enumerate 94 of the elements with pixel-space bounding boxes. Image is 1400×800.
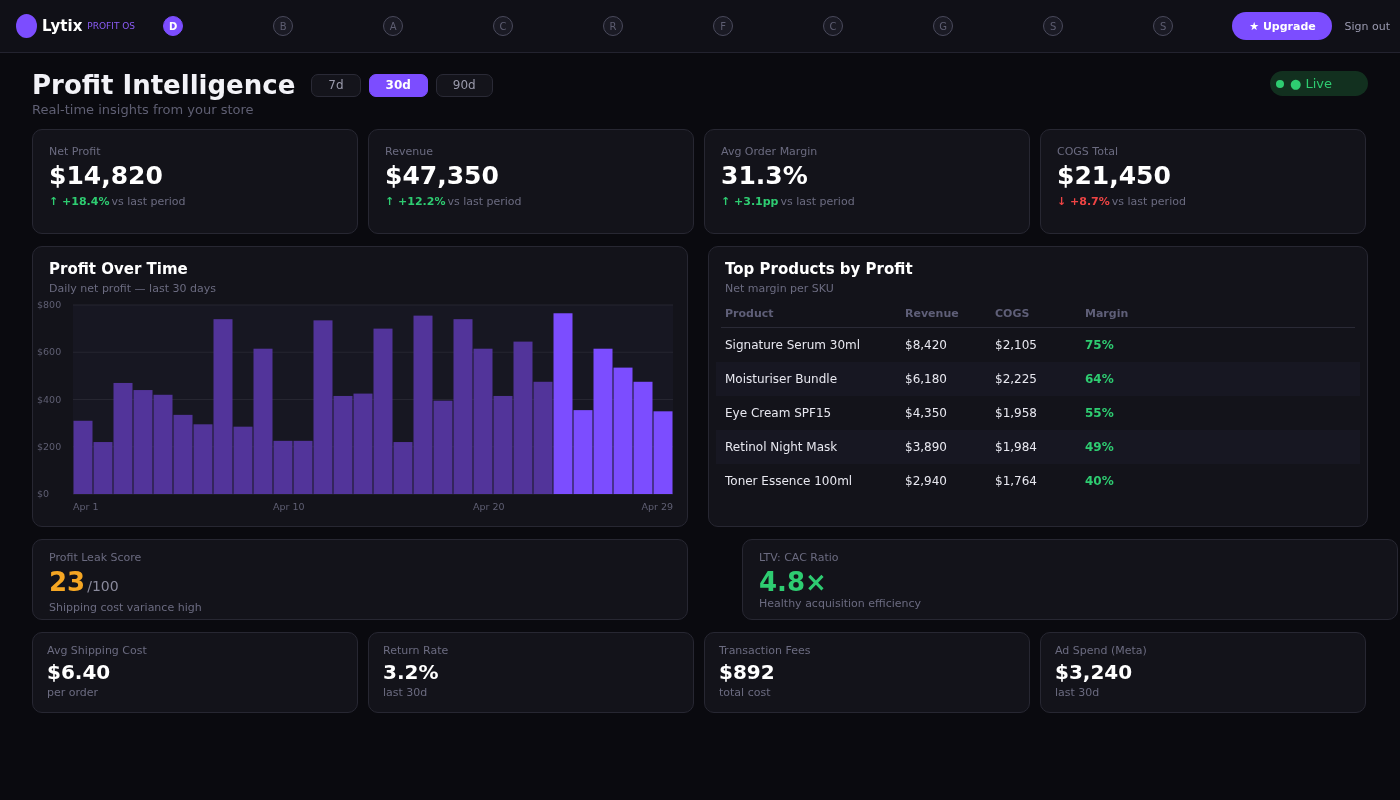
page-title: Profit Intelligence xyxy=(32,69,296,101)
cost-label: Return Rate xyxy=(383,644,450,657)
nav-item[interactable]: G xyxy=(933,16,954,36)
nav-item[interactable]: B xyxy=(273,16,294,36)
table-cell-text: $2,940 xyxy=(904,474,948,488)
table-cell-text: $2,225 xyxy=(994,372,1038,386)
table-cell-text: Toner Essence 100ml xyxy=(724,474,854,488)
kpi-comparison: vs last period xyxy=(111,195,186,208)
nav-item[interactable]: D xyxy=(163,16,184,36)
logo-icon xyxy=(16,14,37,38)
axis-label: $600 xyxy=(37,346,62,358)
kpi-delta: ↑ +3.1pp xyxy=(721,195,779,208)
kpi-label: Revenue xyxy=(385,145,434,158)
score-label: Profit Leak Score xyxy=(49,551,143,564)
table-cell-text: $1,984 xyxy=(994,440,1038,454)
column-header: Product xyxy=(724,307,775,322)
nav-item[interactable]: S xyxy=(1153,16,1174,36)
score-suffix: /100 xyxy=(87,577,119,596)
table-cell-text: $3,890 xyxy=(904,440,948,454)
score-note: Shipping cost variance high xyxy=(49,601,203,614)
table-cell-text: Eye Cream SPF15 xyxy=(724,406,833,420)
page-subtitle: Real-time insights from your store xyxy=(32,102,255,117)
table-cell-text: $6,180 xyxy=(904,372,948,386)
cost-label: Avg Shipping Cost xyxy=(47,644,148,657)
nav-item[interactable]: S xyxy=(1043,16,1064,36)
kpi-value: $47,350 xyxy=(385,161,500,190)
brand-tagline: PROFIT OS xyxy=(87,21,136,31)
score-label: LTV: CAC Ratio xyxy=(759,551,840,564)
panel-title: Top Products by Profit xyxy=(724,260,914,278)
range-tab[interactable]: 30d xyxy=(368,73,428,97)
nav-item[interactable]: F xyxy=(713,16,734,36)
panel-subtitle: Net margin per SKU xyxy=(724,282,835,295)
cost-label: Transaction Fees xyxy=(719,644,812,657)
nav-item[interactable]: A xyxy=(383,16,404,36)
kpi-label: COGS Total xyxy=(1057,145,1120,158)
kpi-delta: ↓ +8.7% xyxy=(1057,195,1110,208)
kpi-value: $14,820 xyxy=(49,161,164,190)
cost-value: $892 xyxy=(719,660,776,684)
brand-name: Lytix xyxy=(42,17,83,35)
cost-note: last 30d xyxy=(383,686,429,699)
column-header: Revenue xyxy=(904,307,960,322)
table-cell-text: 75% xyxy=(1084,338,1115,352)
range-tab[interactable]: 90d xyxy=(435,73,493,97)
axis-label: $400 xyxy=(37,393,62,405)
axis-label: Apr 10 xyxy=(273,501,305,512)
chart-subtitle: Daily net profit — last 30 days xyxy=(49,282,217,295)
nav-item[interactable]: C xyxy=(493,16,514,36)
kpi-label: Avg Order Margin xyxy=(721,145,819,158)
cost-value: $3,240 xyxy=(1055,660,1134,684)
table-cell-text: $1,764 xyxy=(994,474,1038,488)
column-header: Margin xyxy=(1084,307,1130,322)
axis-label: Apr 29 xyxy=(641,501,673,512)
kpi-value: 31.3% xyxy=(721,161,809,190)
kpi-delta: ↑ +18.4% xyxy=(49,195,110,208)
score-value: 23 xyxy=(49,567,86,597)
cost-note: per order xyxy=(47,686,100,699)
kpi-comparison: vs last period xyxy=(447,195,522,208)
score-note: Healthy acquisition efficiency xyxy=(759,597,923,610)
table-cell-text: $4,350 xyxy=(904,406,948,420)
table-cell-text: $8,420 xyxy=(904,338,948,352)
kpi-value: $21,450 xyxy=(1057,161,1172,190)
axis-label: Apr 1 xyxy=(73,501,99,512)
cost-label: Ad Spend (Meta) xyxy=(1055,644,1148,657)
chart-title: Profit Over Time xyxy=(49,260,189,278)
status-dot-icon xyxy=(1276,79,1284,88)
table-cell-text: Retinol Night Mask xyxy=(724,440,839,454)
column-header: COGS xyxy=(994,307,1031,322)
nav-item[interactable]: R xyxy=(603,16,624,36)
table-cell-text: 40% xyxy=(1084,474,1115,488)
table-cell-text: 49% xyxy=(1084,440,1115,454)
kpi-label: Net Profit xyxy=(49,145,102,158)
sign-out-link[interactable]: Sign out xyxy=(1344,19,1390,33)
kpi-comparison: vs last period xyxy=(1111,195,1186,208)
axis-label: $0 xyxy=(37,488,50,499)
table-cell-text: $1,958 xyxy=(994,406,1038,420)
range-tab[interactable]: 7d xyxy=(311,73,361,97)
table-cell-text: $2,105 xyxy=(994,338,1038,352)
axis-label: $200 xyxy=(37,440,62,452)
nav-item[interactable]: C xyxy=(823,16,844,36)
axis-label: $800 xyxy=(37,299,62,310)
cost-note: total cost xyxy=(719,686,772,699)
cost-value: 3.2% xyxy=(383,660,440,684)
axis-label: Apr 20 xyxy=(473,501,505,512)
table-cell-text: 64% xyxy=(1084,372,1115,386)
kpi-delta: ↑ +12.2% xyxy=(385,195,446,208)
cost-value: $6.40 xyxy=(47,660,112,684)
table-cell-text: Signature Serum 30ml xyxy=(724,338,862,352)
kpi-comparison: vs last period xyxy=(780,195,855,208)
table-cell-text: Moisturiser Bundle xyxy=(724,372,839,386)
cost-note: last 30d xyxy=(1055,686,1101,699)
live-label: ● Live xyxy=(1290,76,1333,91)
table-cell-text: 55% xyxy=(1084,406,1115,420)
score-value: 4.8× xyxy=(759,567,827,597)
upgrade-button[interactable]: ★ Upgrade xyxy=(1232,12,1333,40)
